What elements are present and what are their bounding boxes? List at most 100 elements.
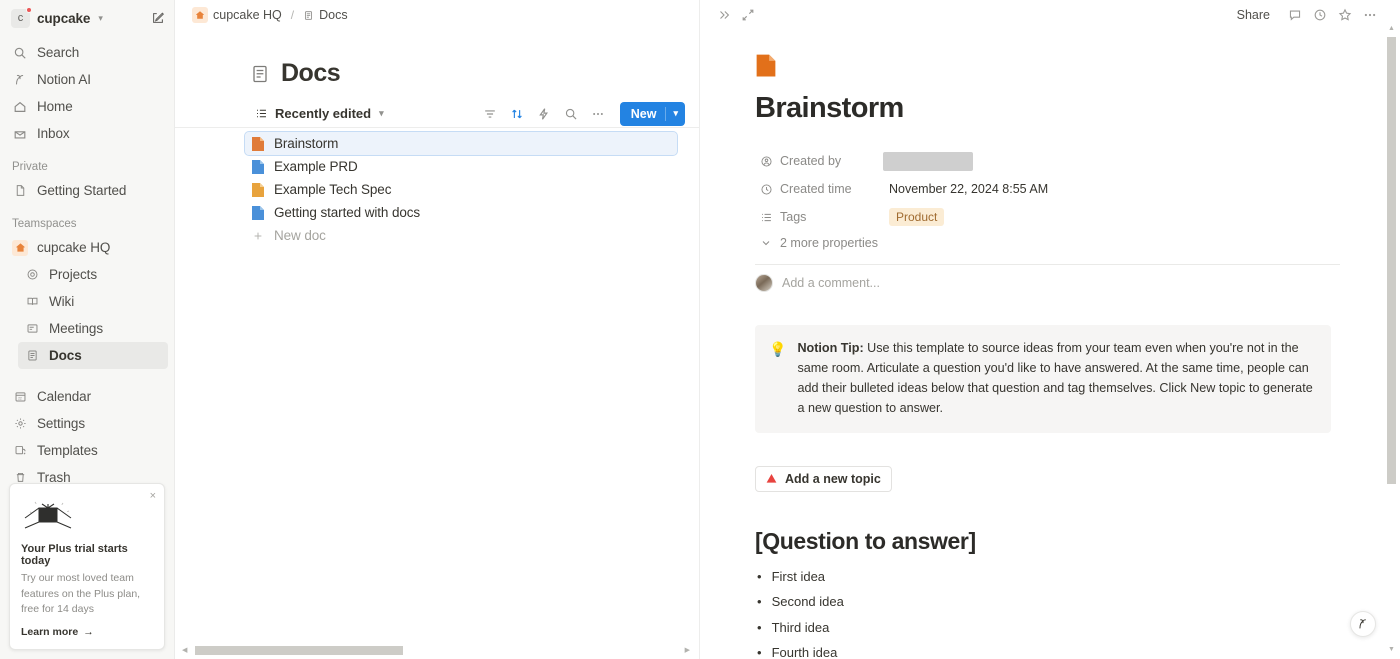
expand-arrows-icon[interactable] (736, 3, 760, 27)
ellipsis-icon[interactable] (1358, 3, 1382, 27)
add-comment-row[interactable]: Add a comment... (755, 265, 1400, 301)
vertical-scrollbar[interactable]: ▲ ▼ (1386, 25, 1397, 653)
page-title[interactable]: Brainstorm (755, 92, 1400, 125)
sidebar-item-meetings[interactable]: Meetings (18, 315, 168, 342)
scroll-right-arrow-icon[interactable]: ▶ (685, 647, 690, 654)
chevron-down-icon (760, 237, 772, 249)
orange-doc-icon[interactable] (755, 53, 1400, 83)
more-properties-toggle[interactable]: 2 more properties (755, 233, 883, 253)
doc-label: Example Tech Spec (274, 182, 392, 197)
sidebar-item-settings[interactable]: Settings (6, 410, 168, 437)
workspace-switcher[interactable]: c cupcake ▾ (8, 4, 168, 32)
property-key[interactable]: Created time (755, 180, 883, 198)
sort-icon[interactable] (505, 102, 529, 126)
plus-icon (251, 228, 265, 244)
property-value-redacted[interactable] (883, 151, 973, 171)
clock-icon[interactable] (1308, 3, 1332, 27)
doc-list-item-brainstorm[interactable]: Brainstorm (244, 131, 678, 156)
blue-doc-icon (251, 205, 265, 221)
sidebar-item-search[interactable]: Search (6, 39, 168, 66)
sidebar-item-home[interactable]: Home (6, 93, 168, 120)
bullet-icon: • (757, 594, 762, 610)
list-item[interactable]: • Second idea (755, 589, 1400, 615)
orange-doc-icon (251, 136, 265, 152)
more-options-icon[interactable] (586, 102, 610, 126)
list-item[interactable]: • First idea (755, 564, 1400, 590)
list-item-label: First idea (771, 568, 826, 584)
page-content: Brainstorm Created by Created time Novem… (700, 29, 1400, 659)
sidebar-item-projects[interactable]: Projects (18, 261, 168, 288)
scroll-left-arrow-icon[interactable]: ◀ (182, 647, 187, 654)
doc-list-item-example-tech-spec[interactable]: Example Tech Spec (245, 178, 699, 201)
view-tab-recently-edited[interactable]: Recently edited ▾ (250, 103, 389, 124)
orange-doc-icon (251, 182, 265, 198)
red-triangle-icon (765, 472, 778, 485)
property-value-tags[interactable]: Product (883, 206, 950, 228)
doc-list-item-example-prd[interactable]: Example PRD (245, 155, 699, 178)
learn-more-link[interactable]: Learn more → (21, 626, 153, 638)
breadcrumb-item-cupcake-hq[interactable]: cupcake HQ (189, 5, 285, 25)
property-key-label: Created by (780, 154, 842, 168)
property-key[interactable]: Created by (755, 152, 883, 170)
docs-list-pane: cupcake HQ / Docs Docs Recently edited ▾… (175, 0, 700, 659)
gift-illustration-icon (21, 496, 153, 534)
sidebar-label: cupcake HQ (37, 240, 111, 255)
sidebar-label: Projects (49, 267, 97, 282)
bullet-icon: • (757, 619, 762, 635)
sidebar-item-cupcake-hq[interactable]: cupcake HQ (6, 234, 168, 261)
property-key[interactable]: Tags (755, 208, 883, 226)
sidebar-item-templates[interactable]: Templates (6, 437, 168, 464)
lightbulb-icon: 💡 (769, 341, 787, 357)
sidebar-item-getting-started[interactable]: Getting Started (6, 177, 168, 204)
chevron-down-icon[interactable]: ▾ (666, 102, 685, 126)
bullet-icon: • (757, 568, 762, 584)
scrollbar-track[interactable] (1387, 35, 1396, 643)
star-icon[interactable] (1333, 3, 1357, 27)
list-item-label: Second idea (771, 594, 844, 610)
sidebar-item-notion-ai[interactable]: Notion AI (6, 66, 168, 93)
view-label: Recently edited (275, 106, 372, 121)
scrollbar-track[interactable] (190, 645, 681, 655)
compose-icon[interactable] (151, 11, 165, 25)
scroll-down-arrow-icon[interactable]: ▼ (1388, 646, 1395, 653)
horizontal-scrollbar[interactable]: ◀ ▶ (182, 644, 690, 656)
close-icon[interactable]: × (150, 491, 156, 502)
double-chevron-right-icon[interactable] (712, 3, 736, 27)
page-title: Docs (281, 59, 341, 87)
property-value-created-time[interactable]: November 22, 2024 8:55 AM (883, 180, 1054, 198)
gear-icon (12, 416, 28, 432)
property-row-created-by: Created by (755, 147, 1340, 175)
search-icon[interactable] (559, 102, 583, 126)
list-item[interactable]: • Third idea (755, 615, 1400, 641)
new-button[interactable]: New ▾ (619, 101, 685, 126)
new-doc-button[interactable]: New doc (245, 224, 699, 247)
add-new-topic-button[interactable]: Add a new topic (755, 465, 892, 492)
property-key-label: Created time (780, 182, 852, 196)
filter-icon[interactable] (478, 102, 502, 126)
property-key-label: Tags (780, 210, 807, 224)
sidebar-item-docs[interactable]: Docs (18, 342, 168, 369)
scrollbar-thumb[interactable] (1387, 37, 1396, 484)
scroll-up-arrow-icon[interactable]: ▲ (1388, 25, 1395, 32)
question-heading[interactable]: [Question to answer] (755, 528, 1400, 555)
doc-list-item-getting-started-with-docs[interactable]: Getting started with docs (245, 201, 699, 224)
list-item-label: Third idea (771, 619, 830, 635)
scrollbar-thumb[interactable] (195, 645, 404, 655)
notion-ai-icon[interactable] (1350, 611, 1376, 637)
sidebar-item-calendar[interactable]: 22 Calendar (6, 383, 168, 410)
blue-doc-icon (251, 159, 265, 175)
avatar (755, 274, 773, 292)
notification-dot (26, 6, 32, 13)
comment-icon[interactable] (1283, 3, 1307, 27)
share-button[interactable]: Share (1229, 4, 1278, 26)
templates-icon (12, 443, 28, 459)
sidebar-label: Templates (37, 443, 98, 458)
comment-placeholder: Add a comment... (782, 276, 880, 290)
sidebar-item-inbox[interactable]: Inbox (6, 120, 168, 147)
automation-icon[interactable] (532, 102, 556, 126)
ideas-list: • First idea • Second idea • Third idea … (755, 564, 1400, 659)
list-item[interactable]: • Fourth idea (755, 640, 1400, 659)
sidebar-label: Meetings (49, 321, 103, 336)
sidebar-item-wiki[interactable]: Wiki (18, 288, 168, 315)
breadcrumb-item-docs[interactable]: Docs (300, 6, 350, 24)
